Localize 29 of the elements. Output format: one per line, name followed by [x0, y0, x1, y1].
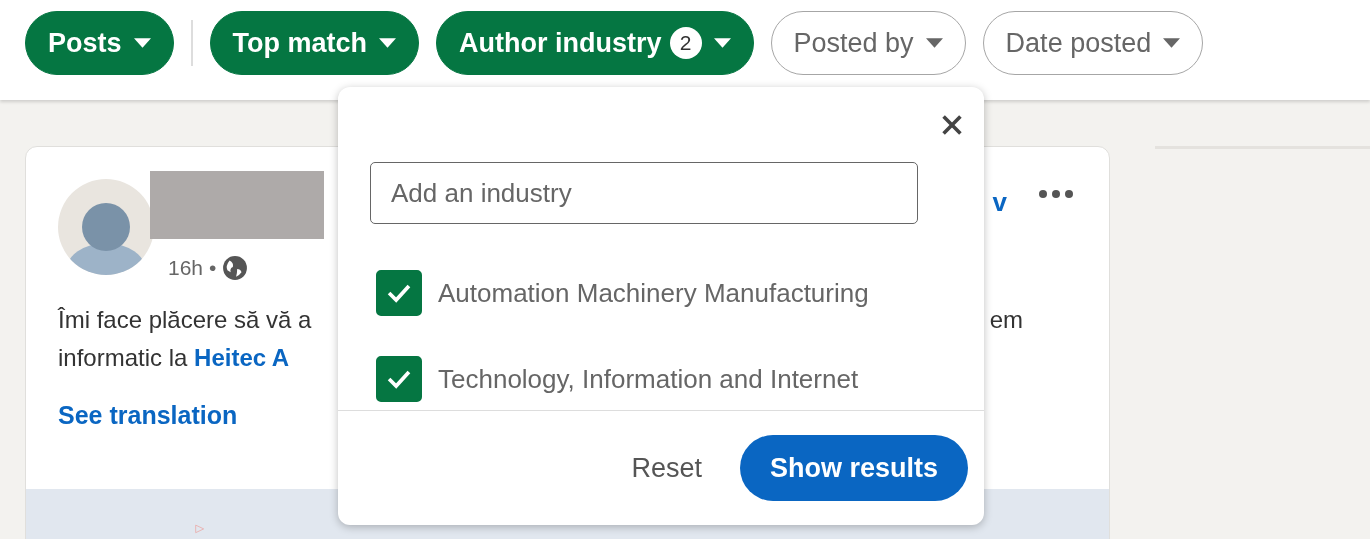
post-text: em: [989, 305, 1023, 335]
follow-link[interactable]: v: [992, 187, 1007, 218]
reset-button[interactable]: Reset: [625, 451, 708, 485]
post-text: Îmi face plăcere să vă a: [58, 305, 312, 335]
filter-pill[interactable]: Author industry 2: [436, 11, 754, 75]
globe-icon: [222, 255, 249, 281]
caret-icon: [925, 37, 943, 49]
checkbox[interactable]: [376, 356, 422, 402]
option-label: Automation Machinery Manufacturing: [438, 277, 869, 309]
caret-icon: [133, 37, 151, 49]
count-badge: 2: [669, 27, 702, 59]
post-text: informatic la: [58, 344, 189, 371]
filter-pill[interactable]: Top match: [209, 11, 420, 75]
close-icon[interactable]: [940, 113, 964, 137]
option-label: Technology, Information and Internet: [438, 363, 859, 395]
filter-pill[interactable]: Posted by: [770, 11, 966, 75]
see-translation-link[interactable]: See translation: [58, 401, 238, 430]
filter-pill[interactable]: Date posted: [982, 11, 1204, 75]
separator-dot: •: [209, 256, 217, 280]
caret-icon: [713, 37, 731, 49]
industry-input-field[interactable]: Add an industry: [370, 162, 918, 224]
post-time: 16h: [168, 256, 204, 280]
filter-pill[interactable]: Posts: [25, 11, 174, 75]
show-results-button[interactable]: Show results: [739, 435, 968, 501]
company-link[interactable]: Heitec A: [194, 344, 290, 371]
checkbox[interactable]: [376, 270, 422, 316]
caret-icon: [379, 37, 397, 49]
caret-icon: [1163, 37, 1181, 49]
more-icon[interactable]: [1039, 189, 1073, 199]
